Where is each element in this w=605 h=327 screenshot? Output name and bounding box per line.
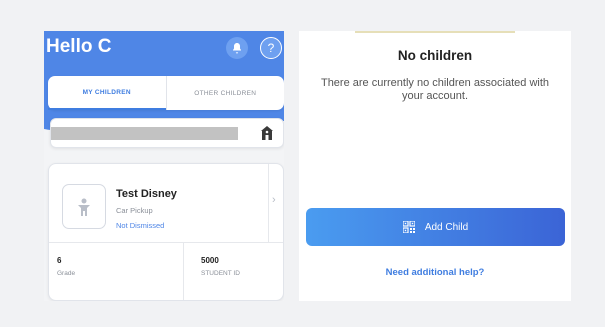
card-divider [183, 242, 184, 300]
help-icon: ? [267, 41, 275, 55]
grade-label: Grade [57, 270, 76, 277]
child-dismissal-status: Not Dismissed [116, 221, 165, 230]
top-divider [355, 31, 515, 33]
notifications-button[interactable] [226, 37, 248, 59]
add-child-label: Add Child [424, 221, 469, 233]
my-children-screen: Hello C ? MY CHILDREN OTHER CHILDREN Tes… [44, 31, 284, 301]
grade-value: 6 [57, 256, 62, 265]
qr-code-icon [402, 221, 415, 233]
student-id-label: STUDENT ID [201, 270, 240, 277]
tab-other-children[interactable]: OTHER CHILDREN [165, 76, 285, 110]
child-card[interactable]: Test Disney Car Pickup Not Dismissed › 6… [48, 163, 284, 301]
child-name: Test Disney [116, 188, 177, 200]
school-selector[interactable] [50, 118, 284, 148]
empty-state-message: There are currently no children associat… [320, 77, 550, 102]
child-avatar-icon [78, 198, 90, 216]
children-tabs: MY CHILDREN OTHER CHILDREN [48, 76, 284, 110]
school-icon [261, 126, 273, 140]
redacted-school-name [51, 127, 238, 140]
page-title: No children [397, 48, 473, 63]
child-avatar [62, 184, 106, 229]
help-button[interactable]: ? [260, 37, 282, 59]
card-divider [49, 242, 283, 243]
need-help-link[interactable]: Need additional help? [299, 267, 571, 278]
student-id-value: 5000 [201, 256, 219, 265]
tab-my-children[interactable]: MY CHILDREN [48, 76, 166, 110]
add-child-button[interactable]: Add Child [306, 208, 565, 246]
greeting: Hello C [46, 36, 112, 57]
bell-icon [233, 43, 241, 54]
child-pickup-type: Car Pickup [116, 206, 153, 215]
card-divider [268, 164, 269, 242]
chevron-right-icon[interactable]: › [272, 194, 276, 206]
no-children-screen: No children There are currently no child… [299, 31, 571, 301]
